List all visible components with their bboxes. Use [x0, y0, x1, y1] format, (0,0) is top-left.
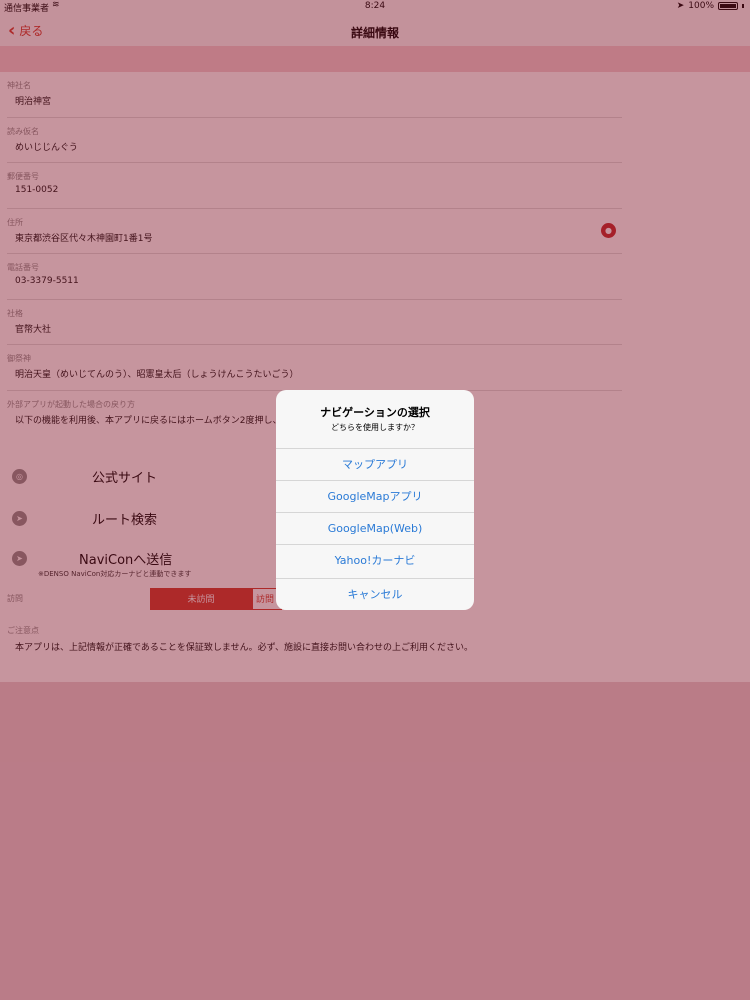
- option-googlemap-web-button[interactable]: GoogleMap(Web): [276, 512, 474, 544]
- dialog-title: ナビゲーションの選択: [320, 406, 430, 419]
- option-googlemap-app-button[interactable]: GoogleMapアプリ: [276, 480, 474, 512]
- dialog-message: どちらを使用しますか？: [331, 423, 419, 432]
- option-map-app-button[interactable]: マップアプリ: [276, 448, 474, 480]
- navigation-select-dialog: ナビゲーションの選択 どちらを使用しますか？ マップアプリ GoogleMapア…: [276, 390, 474, 610]
- option-yahoo-carnavi-button[interactable]: Yahoo!カーナビ: [276, 544, 474, 576]
- cancel-button[interactable]: キャンセル: [276, 578, 474, 610]
